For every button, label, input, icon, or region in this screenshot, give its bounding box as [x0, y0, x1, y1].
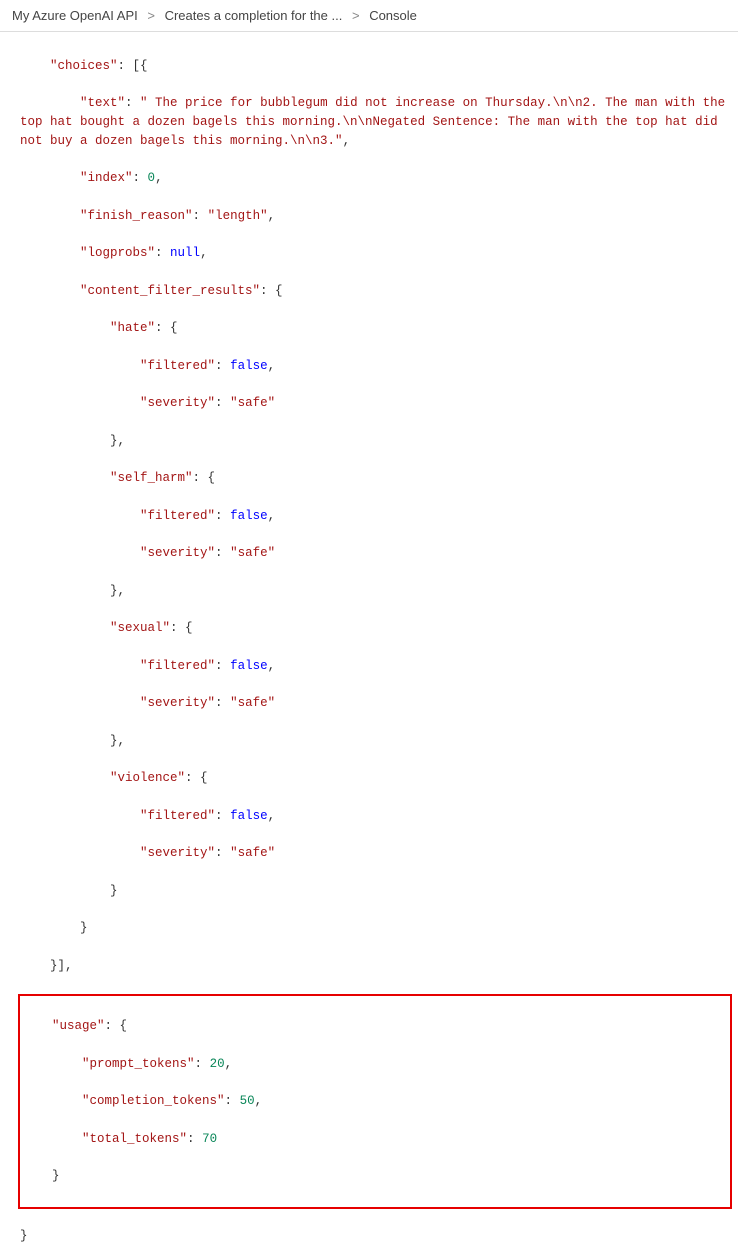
json-key: "filtered": [140, 809, 215, 823]
json-key: "usage": [52, 1019, 105, 1033]
breadcrumb-item-api[interactable]: My Azure OpenAI API: [12, 8, 138, 23]
breadcrumb: My Azure OpenAI API > Creates a completi…: [0, 0, 738, 32]
json-key: "index": [80, 171, 133, 185]
json-key: "self_harm": [110, 471, 193, 485]
json-bool-value: false: [230, 509, 268, 523]
json-key: "severity": [140, 396, 215, 410]
json-number-value: 0: [148, 171, 156, 185]
json-string-value: "length": [208, 209, 268, 223]
json-key: "prompt_tokens": [82, 1057, 195, 1071]
json-key: "filtered": [140, 659, 215, 673]
json-key: "text": [80, 96, 125, 110]
json-key: "completion_tokens": [82, 1094, 225, 1108]
json-response-output: "choices": [{ "text": " The price for bu…: [0, 32, 738, 1246]
chevron-right-icon: >: [147, 8, 155, 23]
usage-highlight-box: "usage": { "prompt_tokens": 20, "complet…: [18, 994, 732, 1208]
json-key: "logprobs": [80, 246, 155, 260]
json-key: "severity": [140, 696, 215, 710]
breadcrumb-item-operation[interactable]: Creates a completion for the ...: [165, 8, 343, 23]
json-string-value: "safe": [230, 696, 275, 710]
json-bool-value: false: [230, 359, 268, 373]
json-key: "hate": [110, 321, 155, 335]
json-key: "severity": [140, 546, 215, 560]
json-number-value: 70: [202, 1132, 217, 1146]
json-key: "choices": [50, 59, 118, 73]
json-key: "total_tokens": [82, 1132, 187, 1146]
json-key: "filtered": [140, 359, 215, 373]
json-key: "content_filter_results": [80, 284, 260, 298]
json-string-value: "safe": [230, 396, 275, 410]
json-string-value: "safe": [230, 846, 275, 860]
json-key: "violence": [110, 771, 185, 785]
json-key: "finish_reason": [80, 209, 193, 223]
json-key: "sexual": [110, 621, 170, 635]
json-bool-value: false: [230, 659, 268, 673]
json-null-value: null: [170, 246, 200, 260]
breadcrumb-item-console[interactable]: Console: [369, 8, 417, 23]
json-key: "filtered": [140, 509, 215, 523]
json-number-value: 50: [240, 1094, 255, 1108]
json-number-value: 20: [210, 1057, 225, 1071]
chevron-right-icon: >: [352, 8, 360, 23]
json-key: "severity": [140, 846, 215, 860]
json-bool-value: false: [230, 809, 268, 823]
json-string-value: "safe": [230, 546, 275, 560]
